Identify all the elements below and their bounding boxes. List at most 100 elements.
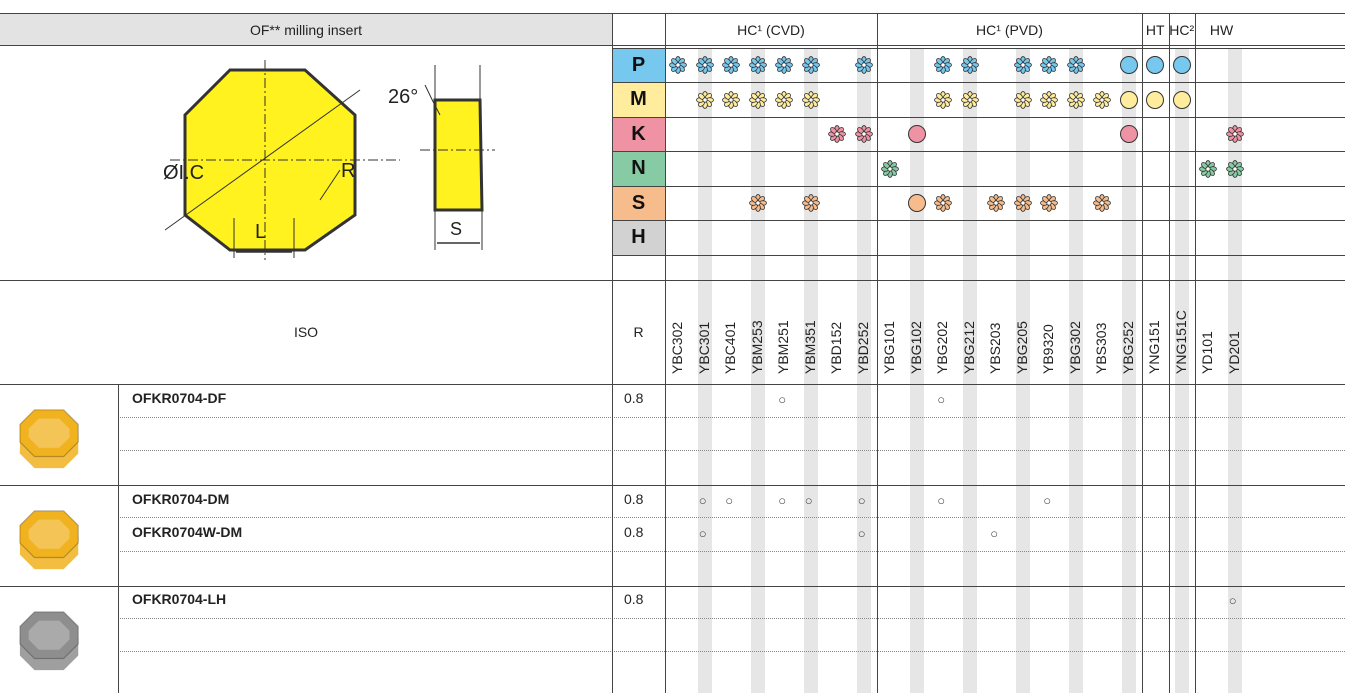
product-radius: 0.8 [624, 591, 644, 607]
material-row-line [612, 151, 1345, 152]
suitability-circle-icon [1172, 90, 1191, 109]
suitability-flower-icon [960, 90, 979, 109]
suitability-flower-icon [1199, 159, 1218, 178]
availability-mark: ○ [1228, 593, 1237, 608]
material-row-line [612, 117, 1345, 118]
availability-mark: ○ [937, 492, 946, 508]
product-row-divider [118, 416, 1345, 418]
suitability-flower-icon [695, 56, 714, 74]
suitability-flower-icon [1013, 56, 1032, 74]
grade-label-ybc401: YBC401 [722, 321, 738, 374]
material-row-line [612, 48, 1345, 49]
grade-group-divider [877, 13, 878, 693]
material-row-line [612, 186, 1345, 187]
suitability-flower-icon [775, 56, 794, 74]
suitability-flower-icon [934, 56, 953, 74]
suitability-circle-icon [907, 125, 926, 143]
product-row-divider [118, 450, 1345, 451]
product-row-divider [118, 651, 1345, 652]
r-column-label: R [633, 324, 644, 340]
material-s-cell: S [612, 186, 665, 220]
grade-label-ybg102: YBG102 [907, 321, 924, 374]
product-radius: 0.8 [624, 524, 644, 540]
suitability-flower-icon [854, 125, 873, 143]
grade-label-ybg205: YBG205 [1013, 321, 1030, 374]
grade-label-ybg302: YBG302 [1066, 321, 1083, 374]
suitability-flower-icon [1066, 90, 1085, 109]
product-code: OFKR0704W-DM [132, 524, 243, 540]
material-p-cell: P [612, 48, 665, 82]
availability-mark: ○ [778, 392, 787, 407]
grade-label-ybs303: YBS303 [1093, 322, 1109, 374]
suitability-circle-icon [1119, 56, 1138, 74]
suitability-flower-icon [1040, 194, 1059, 212]
grade-label-ybm251: YBM251 [775, 320, 791, 374]
suitability-flower-icon [881, 159, 900, 178]
suitability-flower-icon [1013, 90, 1032, 109]
suitability-flower-icon [722, 56, 741, 74]
suitability-flower-icon [934, 90, 953, 109]
suitability-flower-icon [775, 90, 794, 109]
grade-group-label: HC¹ (CVD) [665, 13, 877, 46]
availability-mark: ○ [725, 492, 734, 508]
grade-group-text: HT [1145, 21, 1165, 38]
material-n-cell: N [612, 151, 665, 186]
grade-label-ybm253: YBM253 [748, 320, 765, 374]
grade-group-text: HC² [1169, 21, 1195, 38]
product-code: OFKR0704-DM [132, 490, 230, 507]
radius-label: R [341, 160, 356, 182]
grade-label-ybg252: YBG252 [1119, 321, 1136, 374]
diameter-label: ØI.C [163, 162, 205, 184]
suitability-circle-icon [1146, 56, 1165, 74]
suitability-flower-icon [1225, 125, 1244, 143]
suitability-flower-icon [801, 90, 820, 109]
suitability-flower-icon [854, 56, 873, 74]
availability-mark: ○ [857, 526, 866, 541]
iso-label: ISO [293, 324, 319, 340]
table-column-line [665, 13, 666, 693]
grade-group-divider [1195, 13, 1196, 693]
suitability-circle-icon [1146, 90, 1165, 109]
insert-photo [12, 606, 92, 676]
grade-group-label: HC² [1169, 13, 1196, 46]
insert-photo [12, 505, 92, 575]
grade-group-divider [1142, 13, 1143, 693]
suitability-circle-icon [1172, 56, 1191, 74]
suitability-flower-icon [1040, 56, 1059, 74]
length-label: L [255, 221, 267, 243]
suitability-flower-icon [934, 194, 953, 212]
material-row-line [612, 255, 1345, 256]
grade-label-yng151c: YNG151C [1172, 310, 1189, 374]
table-divider-line [0, 280, 1345, 281]
product-row-divider [118, 617, 1345, 619]
availability-mark: ○ [698, 526, 707, 541]
suitability-flower-icon [748, 56, 767, 74]
grade-label-yd201: YD201 [1225, 331, 1242, 374]
insert-photo [12, 404, 92, 474]
suitability-flower-icon [801, 194, 820, 212]
material-k-cell: K [612, 117, 665, 151]
angle-label: 26° [388, 86, 419, 108]
grade-label-yng151: YNG151 [1146, 320, 1162, 374]
suitability-flower-icon [1013, 194, 1032, 212]
suitability-flower-icon [669, 56, 688, 74]
product-group-line [0, 384, 1345, 385]
suitability-flower-icon [960, 56, 979, 74]
material-m-cell: M [612, 82, 665, 117]
suitability-flower-icon [1040, 90, 1059, 109]
grade-label-ybg202: YBG202 [934, 321, 950, 374]
suitability-flower-icon [828, 125, 847, 143]
header-title-cell: OF** milling insert [0, 13, 612, 46]
suitability-flower-icon [987, 194, 1006, 212]
suitability-circle-icon [1119, 125, 1138, 143]
availability-mark: ○ [698, 492, 707, 508]
suitability-flower-icon [1093, 194, 1112, 212]
grade-label-ybg212: YBG212 [960, 321, 977, 374]
grade-group-label: HT [1142, 13, 1169, 46]
image-column-line [118, 384, 119, 693]
product-group-line [0, 485, 1345, 486]
suitability-flower-icon [722, 90, 741, 109]
product-group-line [0, 586, 1345, 587]
availability-mark: ○ [857, 492, 866, 508]
grade-group-text: HW [1209, 21, 1234, 38]
